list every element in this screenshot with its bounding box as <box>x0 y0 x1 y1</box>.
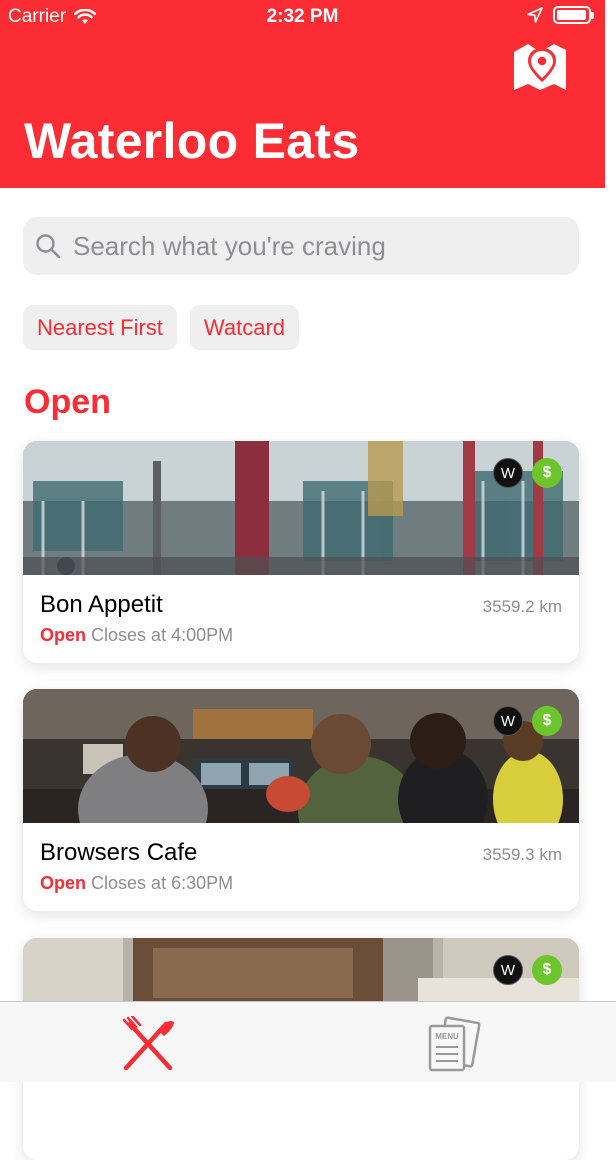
restaurant-card-browsers-cafe[interactable]: W $ Browsers Cafe 3559.3 km Open Closes … <box>23 689 579 911</box>
page-title: Waterloo Eats <box>24 113 360 169</box>
card-badges: W $ <box>493 955 562 985</box>
dollar-badge: $ <box>532 458 562 488</box>
watcard-w-badge: W <box>493 458 523 488</box>
search-input[interactable] <box>71 229 579 263</box>
search-icon <box>36 234 61 259</box>
menu-icon[interactable]: MENU <box>424 1016 484 1074</box>
header: Carrier 2:32 PM Waterloo Eats <box>0 0 605 188</box>
closing-hours: Closes at 6:30PM <box>91 873 234 893</box>
section-title-open: Open <box>24 383 111 421</box>
restaurant-name: Browsers Cafe <box>40 839 198 866</box>
filter-nearest-first[interactable]: Nearest First <box>23 305 177 350</box>
restaurant-card-bon-appetit[interactable]: W $ Bon Appetit 3559.2 km Open Closes at… <box>23 441 579 663</box>
right-gutter <box>605 0 616 1082</box>
restaurant-distance: 3559.3 km <box>482 845 562 864</box>
watcard-w-badge: W <box>493 955 523 985</box>
filter-chips: Nearest First Watcard <box>23 305 300 350</box>
restaurant-name: Bon Appetit <box>40 591 163 618</box>
search-bar[interactable] <box>23 217 579 275</box>
restaurant-status: Open Closes at 6:30PM <box>40 873 233 894</box>
status-bar: Carrier 2:32 PM <box>0 0 605 34</box>
closing-hours: Closes at 4:00PM <box>91 625 234 645</box>
svg-text:MENU: MENU <box>435 1032 459 1041</box>
restaurant-distance: 3559.2 km <box>482 597 562 616</box>
status-open-label: Open <box>40 873 87 893</box>
status-open-label: Open <box>40 625 87 645</box>
filter-watcard[interactable]: Watcard <box>189 305 300 350</box>
dollar-badge: $ <box>532 955 562 985</box>
restaurant-status: Open Closes at 4:00PM <box>40 625 233 646</box>
status-time: 2:32 PM <box>266 6 339 27</box>
fork-knife-icon[interactable] <box>118 1016 178 1074</box>
tab-bar: MENU <box>0 1001 616 1082</box>
card-badges: W $ <box>493 458 562 488</box>
status-right <box>527 6 594 24</box>
battery-icon <box>553 6 594 24</box>
map-pin-icon[interactable] <box>512 40 568 94</box>
location-arrow-icon <box>527 7 543 23</box>
watcard-w-badge: W <box>493 706 523 736</box>
card-badges: W $ <box>493 706 562 736</box>
dollar-badge: $ <box>532 706 562 736</box>
